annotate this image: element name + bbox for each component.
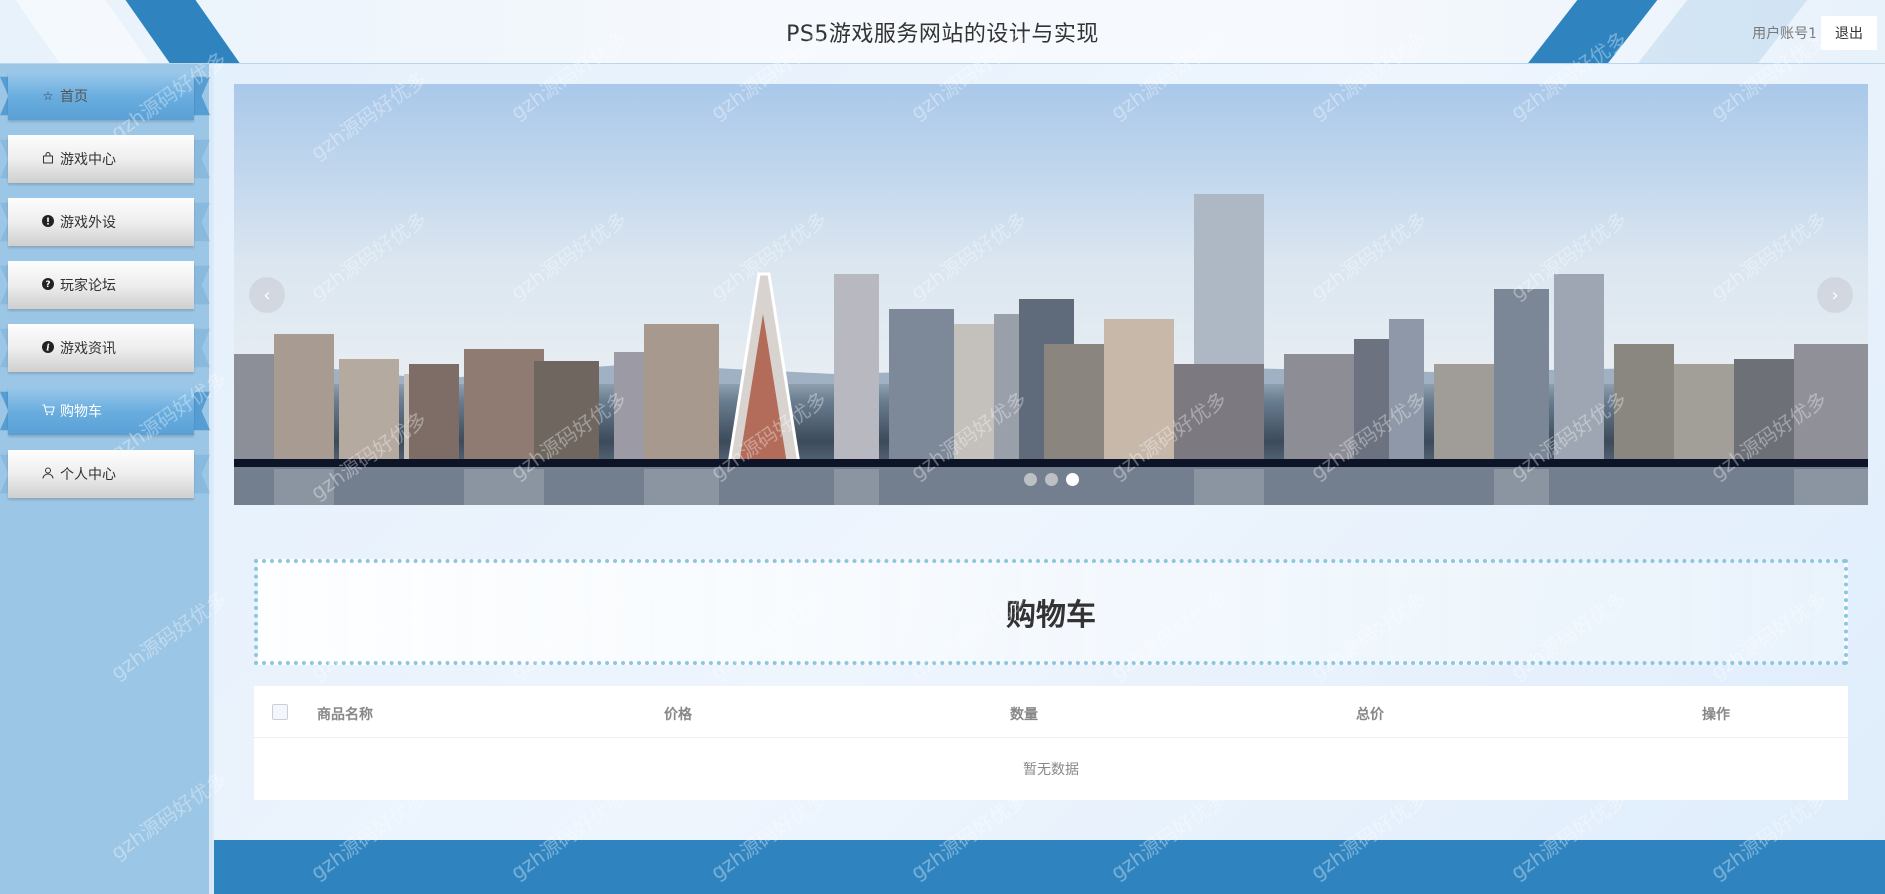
carousel-dot-active[interactable]: [1065, 473, 1079, 486]
sidebar-item-game-center[interactable]: 游戏中心: [0, 135, 212, 183]
carousel-prev-button[interactable]: ‹: [249, 277, 285, 313]
cart-table: 商品名称 价格 数量 总价 操作 暂无数据: [254, 686, 1848, 800]
sidebar: ☆ 首页 游戏中心 游戏外设 ? 玩家论坛 i 游戏资讯 购物车 个人中心: [0, 64, 212, 894]
question-icon: ?: [40, 277, 56, 293]
sidebar-item-profile[interactable]: 个人中心: [0, 450, 212, 498]
column-header: 总价: [1356, 707, 1384, 723]
cart-title-box: 购物车: [254, 559, 1848, 665]
star-icon: ☆: [42, 89, 54, 103]
site-footer: [214, 840, 1885, 894]
svg-text:?: ?: [45, 280, 50, 290]
exclamation-icon: [40, 214, 56, 230]
site-header: PS5游戏服务网站的设计与实现 用户账号1 退出: [0, 0, 1885, 64]
sidebar-item-peripherals[interactable]: 游戏外设: [0, 198, 212, 246]
sidebar-item-label: 首页: [60, 89, 88, 105]
banner-carousel[interactable]: ‹ ›: [234, 84, 1868, 505]
table-header: 商品名称 价格 数量 总价 操作: [254, 686, 1848, 738]
logout-button[interactable]: 退出: [1821, 16, 1877, 50]
column-header: 数量: [1010, 707, 1038, 723]
sidebar-item-label: 购物车: [60, 404, 102, 420]
user-icon: [40, 467, 56, 482]
cart-icon: [40, 403, 56, 419]
carousel-dot[interactable]: [1044, 473, 1058, 486]
carousel-next-button[interactable]: ›: [1817, 277, 1853, 313]
sidebar-item-cart[interactable]: 购物车: [0, 387, 212, 435]
sidebar-item-label: 游戏中心: [60, 152, 116, 168]
main-content: ‹ › 购物车 商品名称 价格 数量 总价 操作 暂无数据: [214, 64, 1885, 840]
svg-text:i: i: [46, 343, 50, 353]
site-title: PS5游戏服务网站的设计与实现: [786, 22, 1099, 47]
sidebar-item-label: 游戏外设: [60, 215, 116, 231]
city-skyline-image: [234, 84, 1868, 505]
sidebar-item-forum[interactable]: ? 玩家论坛: [0, 261, 212, 309]
column-header: 价格: [664, 707, 692, 723]
sidebar-item-label: 个人中心: [60, 467, 116, 483]
sidebar-item-home[interactable]: ☆ 首页: [0, 72, 212, 120]
sidebar-item-label: 玩家论坛: [60, 278, 116, 294]
user-account-label: 用户账号1: [1752, 26, 1817, 42]
column-header: 商品名称: [317, 707, 373, 723]
select-all-checkbox[interactable]: [272, 703, 288, 720]
empty-state-text: 暂无数据: [1023, 762, 1079, 778]
sidebar-item-news[interactable]: i 游戏资讯: [0, 324, 212, 372]
carousel-dot[interactable]: [1023, 473, 1037, 486]
info-icon: i: [40, 340, 56, 356]
bag-icon: [40, 151, 56, 167]
carousel-indicators: [234, 473, 1868, 486]
page-title: 购物车: [1006, 598, 1096, 633]
sidebar-item-label: 游戏资讯: [60, 341, 116, 357]
column-header: 操作: [1702, 707, 1730, 723]
